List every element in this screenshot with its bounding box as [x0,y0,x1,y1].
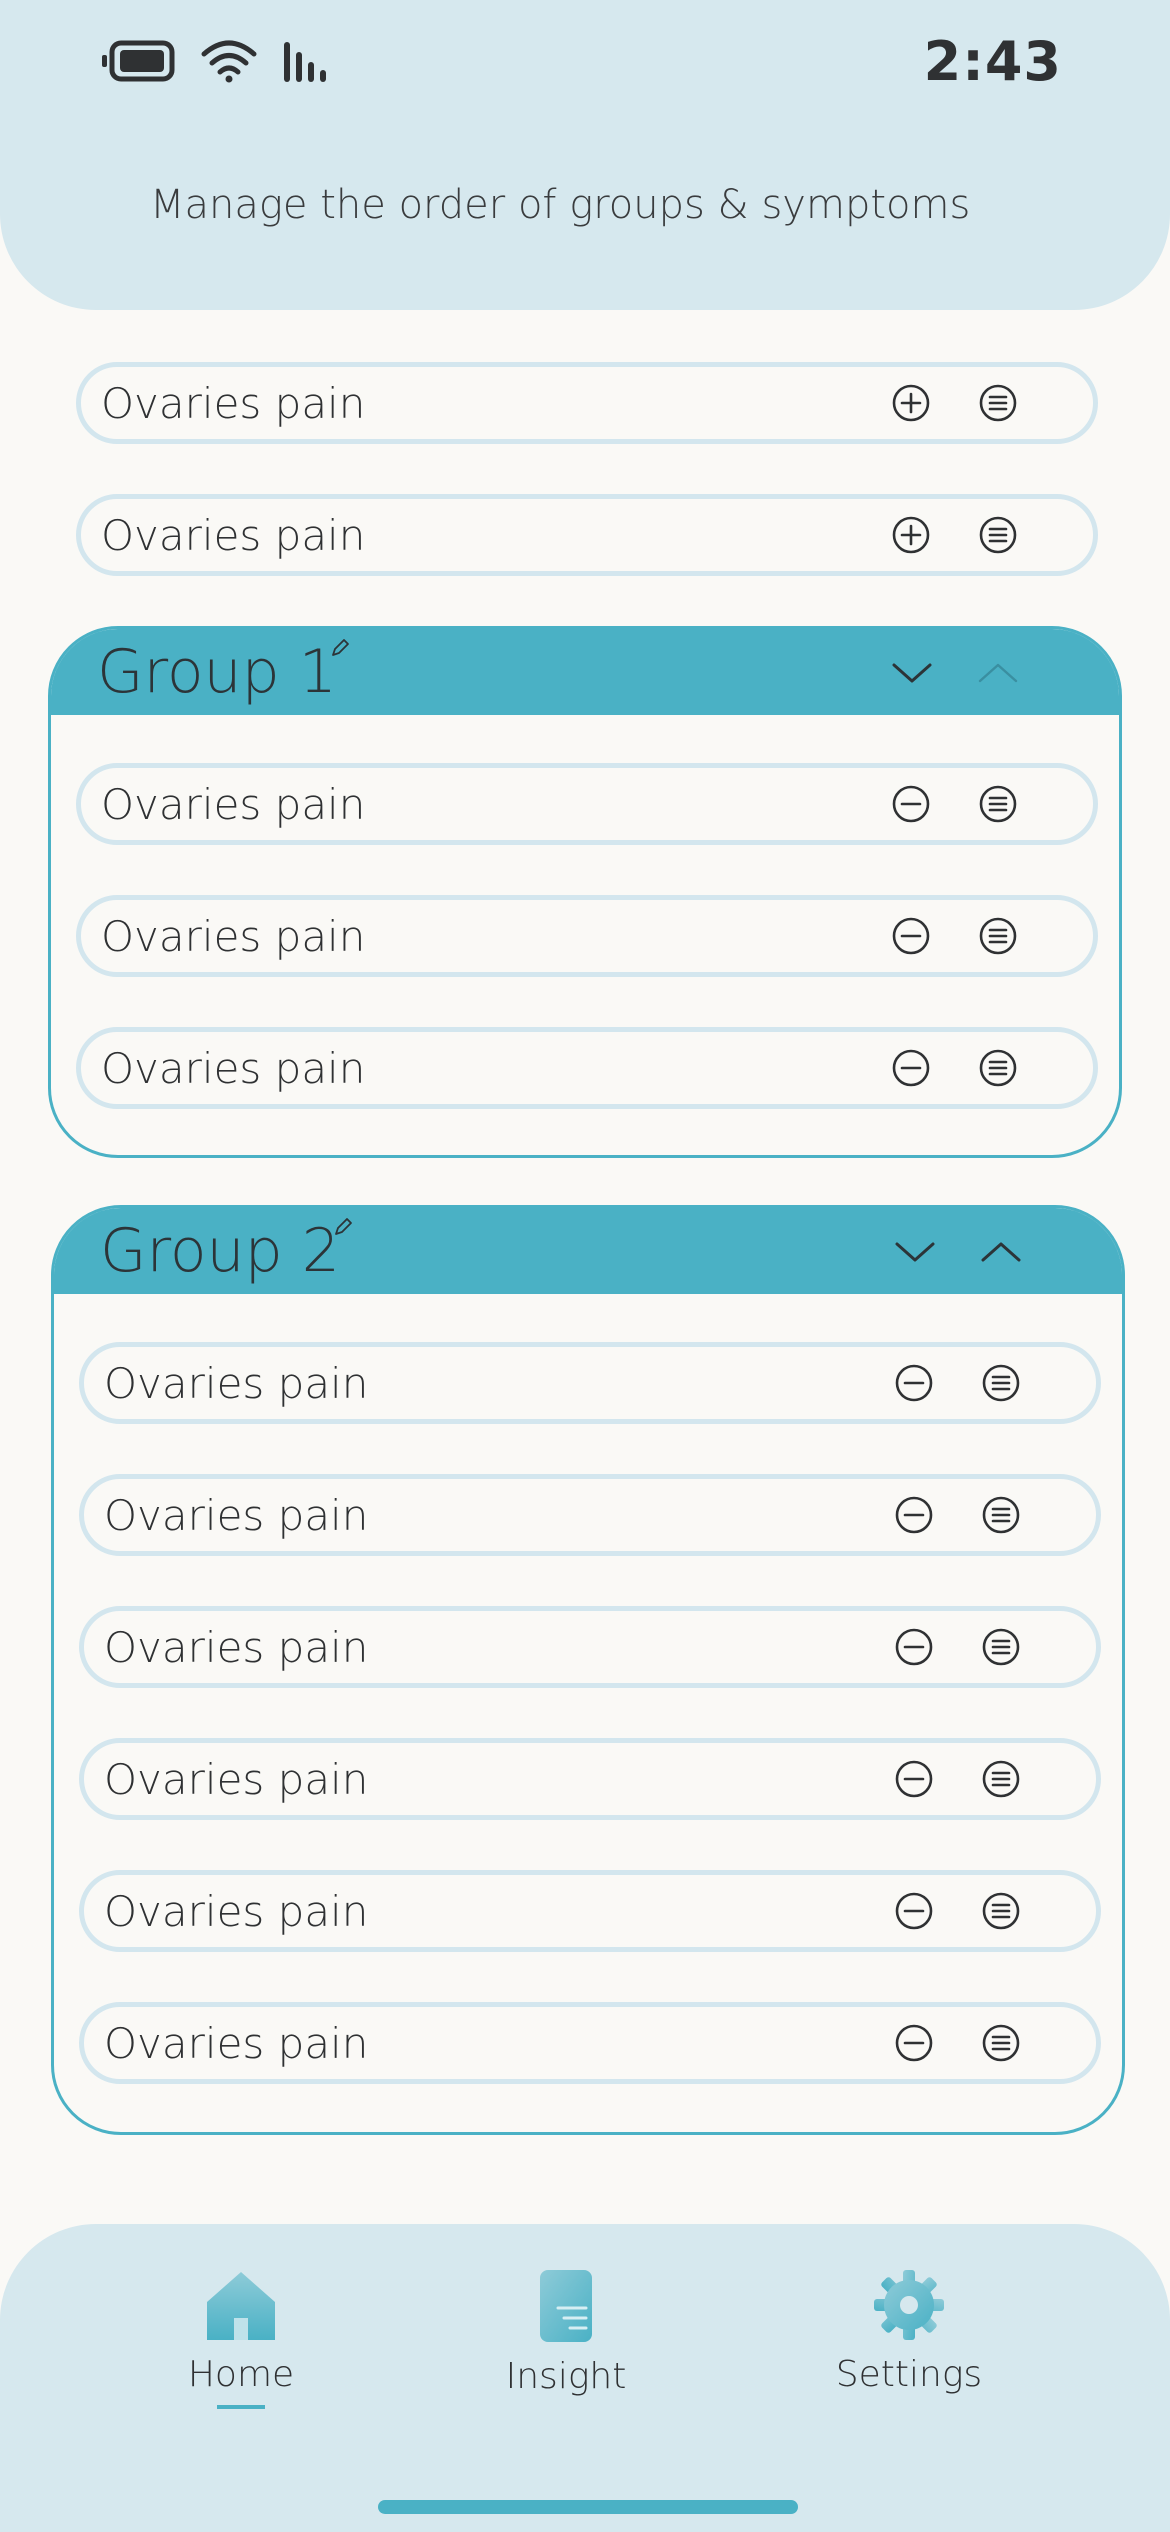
nav-label: Settings [835,2354,983,2395]
nav-item-insight[interactable]: Insight [466,2268,666,2397]
active-indicator [217,2405,265,2409]
remove-icon[interactable] [894,1891,934,1931]
symptom-row[interactable]: Ovaries pain [79,1474,1101,1556]
symptom-label: Ovaries pain [101,1044,366,1093]
reorder-icon[interactable] [978,515,1018,555]
status-icons [100,38,328,84]
symptom-row[interactable]: Ovaries pain [79,1870,1101,1952]
home-indicator[interactable] [378,2500,798,2514]
symptom-label: Ovaries pain [104,1623,369,1672]
symptom-label: Ovaries pain [101,780,366,829]
remove-icon[interactable] [891,784,931,824]
remove-icon[interactable] [894,1627,934,1667]
header: 2:43 Manage the order of groups & sympto… [0,0,1170,310]
home-icon [207,2272,275,2340]
group-title: Group 2 [100,1216,340,1286]
symptom-row[interactable]: Ovaries pain [76,1027,1098,1109]
reorder-icon[interactable] [978,383,1018,423]
reorder-icon[interactable] [978,916,1018,956]
wifi-icon [201,40,257,83]
remove-icon[interactable] [891,1048,931,1088]
remove-icon[interactable] [894,2023,934,2063]
add-icon[interactable] [891,383,931,423]
symptom-label: Ovaries pain [104,2019,369,2068]
nav-label: Insight [505,2356,627,2397]
pencil-icon[interactable] [329,637,351,659]
symptom-row[interactable]: Ovaries pain [76,494,1098,576]
symptom-label: Ovaries pain [104,1755,369,1804]
page-title: Manage the order of groups & symptoms [150,182,971,228]
group-card: Group 1 Ovaries pain Ovaries pain Ovarie… [48,626,1122,1158]
reorder-icon[interactable] [981,1363,1021,1403]
group-header: Group 2 [54,1208,1122,1294]
symptom-label: Ovaries pain [104,1491,369,1540]
symptom-label: Ovaries pain [104,1887,369,1936]
symptom-label: Ovaries pain [101,511,366,560]
symptom-row[interactable]: Ovaries pain [76,763,1098,845]
nav-label: Home [187,2354,295,2395]
chevron-down-icon[interactable] [890,1232,940,1272]
symptom-row[interactable]: Ovaries pain [79,2002,1101,2084]
add-icon[interactable] [891,515,931,555]
reorder-icon[interactable] [981,1759,1021,1799]
gear-icon [874,2270,944,2340]
symptom-label: Ovaries pain [104,1359,369,1408]
battery-icon [102,40,175,82]
reorder-icon[interactable] [981,1891,1021,1931]
reorder-icon[interactable] [981,2023,1021,2063]
group-title: Group 1 [97,637,337,707]
reorder-icon[interactable] [981,1627,1021,1667]
chevron-down-icon[interactable] [887,653,937,693]
symptom-row[interactable]: Ovaries pain [79,1738,1101,1820]
symptom-row[interactable]: Ovaries pain [76,362,1098,444]
remove-icon[interactable] [894,1363,934,1403]
remove-icon[interactable] [891,916,931,956]
symptom-row[interactable]: Ovaries pain [79,1342,1101,1424]
reorder-icon[interactable] [978,784,1018,824]
nav-item-settings[interactable]: Settings [809,2268,1009,2395]
reorder-icon[interactable] [981,1495,1021,1535]
bottom-nav: Home Insight Settings [0,2224,1170,2532]
status-time: 2:43 [923,30,1062,93]
signal-icon [284,42,326,82]
group-header: Group 1 [51,629,1119,715]
nav-item-home[interactable]: Home [141,2268,341,2409]
symptom-label: Ovaries pain [101,912,366,961]
reorder-icon[interactable] [978,1048,1018,1088]
chevron-up-icon [973,653,1023,693]
symptom-row[interactable]: Ovaries pain [79,1606,1101,1688]
chevron-up-icon[interactable] [976,1232,1026,1272]
remove-icon[interactable] [894,1759,934,1799]
group-card: Group 2 Ovaries pain Ovaries pain Ovarie… [51,1205,1125,2135]
symptom-row[interactable]: Ovaries pain [76,895,1098,977]
symptom-label: Ovaries pain [101,379,366,428]
pencil-icon[interactable] [332,1216,354,1238]
insight-icon [540,2270,592,2342]
remove-icon[interactable] [894,1495,934,1535]
